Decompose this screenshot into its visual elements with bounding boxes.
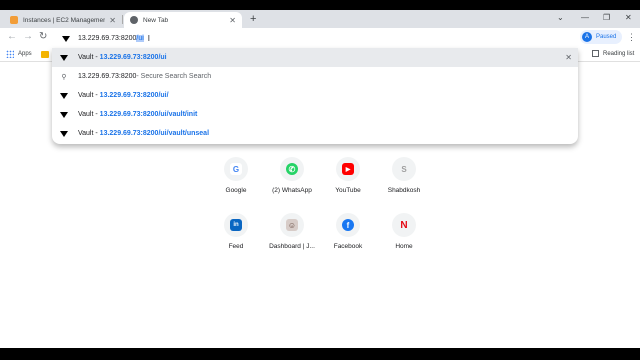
forward-arrow-icon[interactable]: → xyxy=(23,31,33,42)
suggestion-url: 13.229.69.73:8200 xyxy=(78,73,137,80)
suggestion-tail: /ui/vault/init xyxy=(158,111,198,118)
suggestion-url: 13.229.69.73:8200 xyxy=(99,92,159,99)
vault-icon xyxy=(60,54,68,61)
tab-new-tab[interactable]: New Tab ✕ xyxy=(124,12,242,28)
close-tab-icon[interactable]: ✕ xyxy=(229,16,236,25)
bookmark-folder-icon[interactable] xyxy=(41,51,49,58)
suggestion-item[interactable]: Vault - 13.229.69.73:8200/ui/vault/unsea… xyxy=(52,124,578,143)
shortcut-dashboard[interactable]: ☺ Dashboard | J... xyxy=(262,213,322,250)
new-tab-plus-icon[interactable]: + xyxy=(250,13,256,25)
vault-logo-icon xyxy=(62,35,70,42)
shortcut-label: (2) WhatsApp xyxy=(272,187,312,194)
tab-ec2-instances[interactable]: Instances | EC2 Management Co... ✕ xyxy=(4,12,122,28)
shortcut-label: Feed xyxy=(228,243,244,250)
facebook-icon: f xyxy=(342,219,354,231)
suggestion-item[interactable]: ⚲ 13.229.69.73:8200 - Secure Search Sear… xyxy=(52,67,578,86)
search-icon: ⚲ xyxy=(61,73,67,81)
shortcut-facebook[interactable]: f Facebook xyxy=(318,213,378,250)
shortcut-label: Facebook xyxy=(333,243,363,250)
tab-title: New Tab xyxy=(143,16,169,24)
shortcut-youtube[interactable]: ▶ YouTube xyxy=(318,157,378,194)
shortcut-whatsapp[interactable]: ✆ (2) WhatsApp xyxy=(262,157,322,194)
omnibox-suggestions: Vault - 13.229.69.73:8200/ui ✕ ⚲ 13.229.… xyxy=(52,48,578,144)
suggestion-url: 13.229.69.73:8200 xyxy=(99,130,159,137)
menu-kebab-icon[interactable]: ⋮ xyxy=(627,32,636,43)
suggestion-item[interactable]: Vault - 13.229.69.73:8200/ui/vault/init xyxy=(52,105,578,124)
reload-icon[interactable]: ↻ xyxy=(39,31,47,42)
suggestion-prefix: Vault - xyxy=(78,130,98,137)
browser-window: Instances | EC2 Management Co... ✕ New T… xyxy=(0,10,640,348)
tab-divider xyxy=(122,15,123,24)
address-bar[interactable]: 13.229.69.73:8200/ui I xyxy=(52,30,578,47)
profile-button[interactable]: A Paused xyxy=(580,30,623,44)
vault-icon xyxy=(60,111,68,118)
suggestion-url: 13.229.69.73:8200 xyxy=(99,111,159,118)
tab-search-chevron-icon[interactable]: ⌄ xyxy=(557,13,564,22)
suggestion-item[interactable]: Vault - 13.229.69.73:8200/ui ✕ xyxy=(52,48,578,67)
text-cursor-icon: I xyxy=(147,34,151,43)
suggestion-prefix: Vault - xyxy=(78,111,98,118)
shortcut-label: Dashboard | J... xyxy=(269,243,315,250)
whatsapp-icon: ✆ xyxy=(286,163,298,175)
back-arrow-icon[interactable]: ← xyxy=(7,31,17,42)
shabdkosh-icon: S xyxy=(401,164,407,174)
profile-status: Paused xyxy=(596,34,617,40)
vault-icon xyxy=(60,130,68,137)
close-window-icon[interactable]: ✕ xyxy=(625,13,632,22)
suggestion-item[interactable]: Vault - 13.229.69.73:8200/ui/ xyxy=(52,86,578,105)
tab-title: Instances | EC2 Management Co... xyxy=(23,16,106,24)
address-selected-text: /ui xyxy=(136,35,144,42)
reading-list-icon xyxy=(592,50,599,57)
google-icon: G xyxy=(230,163,242,175)
youtube-icon: ▶ xyxy=(342,163,354,175)
vault-icon xyxy=(60,92,68,99)
suggestion-tail: /ui/vault/unseal xyxy=(158,130,210,137)
close-tab-icon[interactable]: ✕ xyxy=(109,16,116,25)
suggestion-tail: - Secure Search Search xyxy=(136,73,212,80)
toolbar: ← → ↻ 13.229.69.73:8200/ui I A Paused ⋮ xyxy=(0,28,640,48)
reading-list-label: Reading list xyxy=(603,50,635,57)
suggestion-prefix: Vault - xyxy=(78,54,98,61)
netflix-icon: N xyxy=(400,219,408,231)
minimize-icon[interactable]: — xyxy=(581,13,589,22)
video-frame: Instances | EC2 Management Co... ✕ New T… xyxy=(0,0,640,360)
shortcut-google[interactable]: G Google xyxy=(206,157,266,194)
tab-strip: Instances | EC2 Management Co... ✕ New T… xyxy=(0,10,640,28)
jenkins-icon: ☺ xyxy=(286,219,298,231)
shortcut-label: Home xyxy=(395,243,413,250)
apps-shortcut[interactable]: Apps xyxy=(6,50,32,58)
reading-list-button[interactable]: Reading list xyxy=(592,50,634,57)
shortcut-home[interactable]: N Home xyxy=(374,213,434,250)
shortcut-shabdkosh[interactable]: S Shabdkosh xyxy=(374,157,434,194)
aws-favicon-icon xyxy=(10,16,18,24)
remove-suggestion-icon[interactable]: ✕ xyxy=(565,53,572,62)
globe-favicon-icon xyxy=(130,16,138,24)
suggestion-tail: /ui/ xyxy=(158,92,169,99)
address-text: 13.229.69.73:8200 xyxy=(78,35,137,42)
suggestion-tail: /ui xyxy=(158,54,167,61)
suggestion-prefix: Vault - xyxy=(78,92,98,99)
restore-icon[interactable]: ❐ xyxy=(603,13,610,22)
apps-grid-icon xyxy=(6,50,14,58)
suggestion-url: 13.229.69.73:8200 xyxy=(99,54,159,61)
avatar: A xyxy=(582,32,592,42)
shortcut-label: YouTube xyxy=(335,187,361,194)
apps-label: Apps xyxy=(18,51,32,57)
shortcut-label: Google xyxy=(225,187,247,194)
linkedin-icon: in xyxy=(230,219,242,231)
shortcut-feed[interactable]: in Feed xyxy=(206,213,266,250)
shortcut-label: Shabdkosh xyxy=(387,187,421,194)
